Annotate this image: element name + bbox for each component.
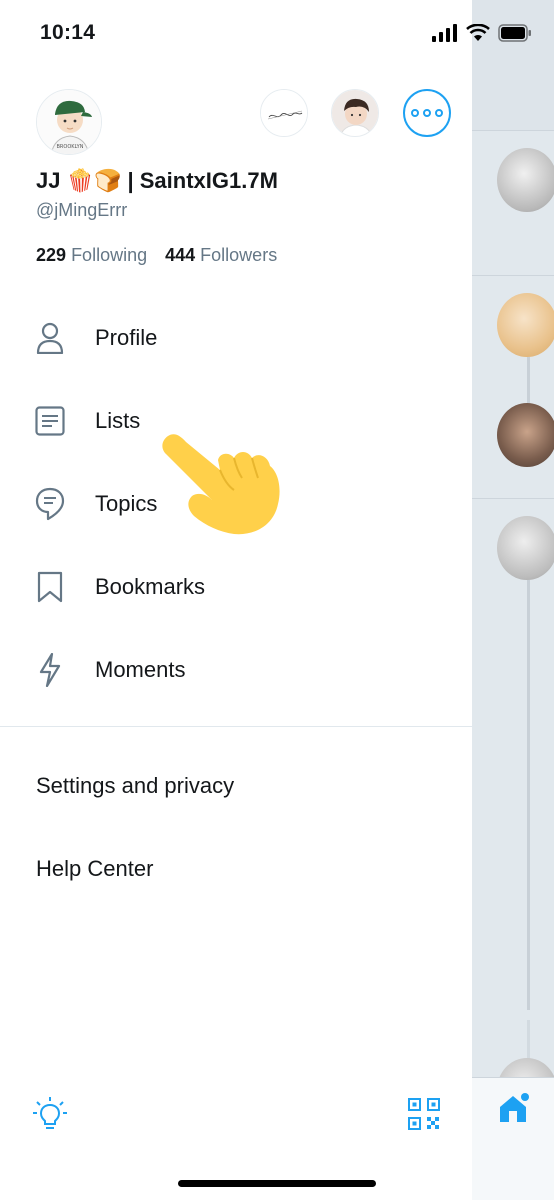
- menu-label: Profile: [95, 325, 158, 350]
- background-timeline: [472, 0, 554, 1200]
- timeline-avatar[interactable]: [497, 293, 554, 357]
- help-center-link[interactable]: Help Center: [36, 856, 153, 882]
- list-icon: [34, 404, 66, 438]
- lightbulb-icon[interactable]: [32, 1096, 68, 1132]
- menu-label: Moments: [95, 657, 186, 682]
- status-time: 10:14: [40, 21, 96, 44]
- follow-stats: 229 Following 444 Followers: [36, 245, 277, 266]
- qr-code-icon[interactable]: [408, 1098, 440, 1130]
- display-name[interactable]: JJ 🍿🍞 | SaintxIG1.7M: [36, 168, 278, 194]
- menu-item-profile[interactable]: Profile: [0, 308, 472, 368]
- topic-bubble-icon: [34, 487, 66, 521]
- timeline-divider: [472, 275, 554, 276]
- settings-and-privacy-link[interactable]: Settings and privacy: [36, 773, 234, 799]
- navigation-drawer: 10:14 BROOKLYN JJ 🍿🍞 | SaintxIG1.7M @jMi…: [0, 0, 472, 1200]
- home-icon[interactable]: [496, 1092, 530, 1126]
- tab-bar: [472, 1077, 554, 1200]
- battery-icon: [498, 24, 531, 42]
- profile-avatar[interactable]: BROOKLYN: [36, 89, 102, 155]
- timeline-avatar[interactable]: [497, 516, 554, 580]
- cellular-signal-icon: [432, 24, 457, 42]
- svg-text:BROOKLYN: BROOKLYN: [57, 144, 84, 150]
- followers-count: 444: [165, 245, 196, 265]
- person-icon: [34, 321, 66, 355]
- account-switch-avatar[interactable]: [331, 89, 379, 137]
- home-indicator: [178, 1180, 376, 1187]
- menu-label: Topics: [95, 491, 158, 516]
- status-icons: [432, 24, 532, 42]
- dot-icon: [411, 109, 419, 117]
- username-handle: @jMingErrr: [36, 200, 128, 220]
- bookmark-icon: [34, 570, 66, 604]
- lightning-icon: [34, 653, 66, 687]
- followers-label: Followers: [200, 245, 278, 265]
- following-label: Following: [71, 245, 148, 265]
- menu-item-moments[interactable]: Moments: [0, 640, 472, 700]
- thread-line: [527, 357, 530, 403]
- timeline-divider: [472, 498, 554, 499]
- timeline-avatar[interactable]: [497, 403, 554, 467]
- menu-item-bookmarks[interactable]: Bookmarks: [0, 557, 472, 617]
- thread-line: [527, 1020, 530, 1060]
- timeline-divider: [472, 130, 554, 131]
- menu-label: Bookmarks: [95, 574, 206, 599]
- thread-line: [527, 580, 530, 1010]
- timeline-avatar[interactable]: [497, 148, 554, 212]
- menu-label: Lists: [95, 408, 141, 433]
- following-count: 229: [36, 245, 67, 265]
- account-switch-avatar[interactable]: [260, 89, 308, 137]
- dot-icon: [423, 109, 431, 117]
- following-link[interactable]: 229 Following: [36, 245, 147, 265]
- dot-icon: [435, 109, 443, 117]
- followers-link[interactable]: 444 Followers: [165, 245, 277, 265]
- wifi-icon: [466, 24, 490, 41]
- more-accounts-button[interactable]: [403, 89, 451, 137]
- menu-divider: [0, 726, 472, 727]
- pointing-hand-icon: [162, 434, 280, 535]
